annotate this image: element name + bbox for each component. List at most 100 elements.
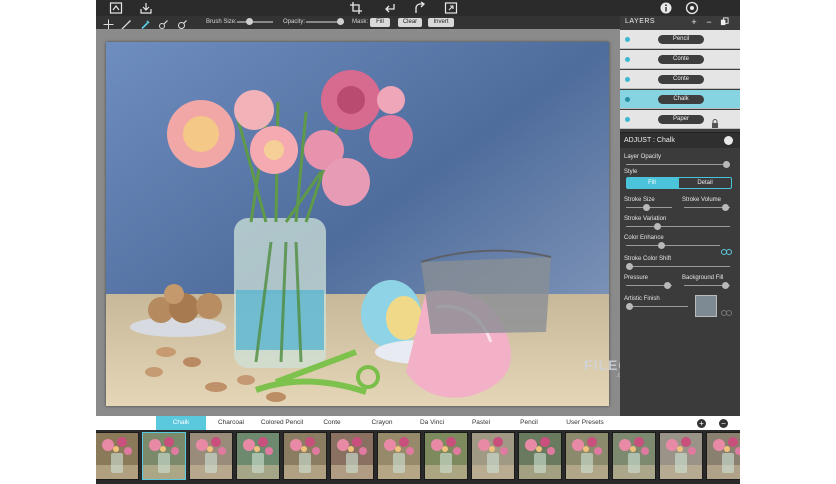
layer-opacity-knob[interactable] — [723, 161, 730, 168]
save-download-icon[interactable] — [139, 1, 153, 15]
tab-pastel[interactable]: Pastel — [458, 416, 504, 430]
color-enhance-knob[interactable] — [658, 242, 666, 249]
undo-icon[interactable] — [383, 1, 397, 15]
add-preset-icon[interactable]: + — [697, 419, 706, 428]
link-icon[interactable] — [721, 242, 732, 255]
preset-thumbnail[interactable] — [189, 432, 233, 480]
tool-row: Brush Size: Opacity: Mask: Fill Clear In… — [96, 16, 620, 30]
layer-label: Paper — [658, 115, 704, 124]
preset-thumbnail[interactable] — [471, 432, 515, 480]
lock-icon — [711, 115, 719, 128]
layer-opacity-label: Layer Opacity — [624, 154, 662, 160]
preset-thumbnail[interactable] — [518, 432, 562, 480]
redo-icon[interactable] — [413, 1, 427, 15]
stroke-size-knob[interactable] — [643, 204, 651, 211]
artwork-canvas[interactable] — [106, 42, 609, 406]
tab-chalk[interactable]: Chalk — [156, 416, 206, 430]
canvas-area[interactable]: FILECR .com — [96, 29, 640, 416]
layer-visibility-dot[interactable] — [625, 57, 630, 62]
stroke-volume-label: Stroke Volume — [682, 197, 722, 203]
stroke-variation-slider[interactable] — [626, 223, 730, 230]
stroke-volume-slider[interactable] — [684, 204, 730, 211]
brush-tool-icon[interactable] — [121, 17, 132, 30]
layer-visibility-dot[interactable] — [625, 117, 630, 122]
image-import-icon[interactable] — [109, 1, 123, 15]
app-window: Brush Size: Opacity: Mask: Fill Clear In… — [96, 0, 740, 484]
info-icon[interactable] — [659, 1, 673, 15]
pressure-knob[interactable] — [663, 282, 671, 289]
preset-thumbnail[interactable] — [706, 432, 740, 480]
layer-label: Chalk — [658, 95, 704, 104]
tab-user-presets[interactable]: User Presets — [556, 416, 614, 430]
layer-row-conte-2[interactable]: Conte — [620, 70, 740, 89]
preset-thumbnail[interactable] — [142, 432, 186, 480]
artistic-finish-texture-swatch[interactable] — [695, 295, 717, 317]
layer-visibility-dot[interactable] — [625, 37, 630, 42]
fit-screen-icon[interactable] — [444, 1, 458, 15]
preset-thumbnail[interactable] — [612, 432, 656, 480]
background-fill-knob[interactable] — [721, 282, 729, 289]
artistic-finish-label: Artistic Finish — [624, 296, 660, 302]
opacity-slider[interactable] — [306, 18, 344, 25]
reset-icon[interactable] — [724, 136, 733, 145]
remove-preset-icon[interactable]: − — [719, 419, 728, 428]
preset-thumbnail[interactable] — [96, 432, 139, 480]
paint-brush-tool-icon[interactable] — [140, 17, 151, 30]
preset-thumbnail[interactable] — [659, 432, 703, 480]
eraser-tool-icon[interactable] — [158, 17, 169, 29]
stroke-volume-knob[interactable] — [721, 204, 729, 211]
opacity-knob[interactable] — [336, 18, 344, 25]
layer-label: Pencil — [658, 35, 704, 44]
mask-clear-button[interactable]: Clear — [398, 18, 422, 27]
tab-conte[interactable]: Conte — [310, 416, 354, 430]
layer-visibility-dot[interactable] — [625, 77, 630, 82]
add-layer-icon[interactable]: + — [689, 17, 699, 27]
layer-row-paper[interactable]: Paper — [620, 110, 740, 129]
move-tool-icon[interactable] — [103, 17, 114, 30]
stroke-color-shift-knob[interactable] — [626, 263, 633, 270]
smudge-tool-icon[interactable] — [177, 17, 188, 29]
pressure-label: Pressure — [624, 275, 649, 281]
crop-icon[interactable] — [349, 1, 363, 15]
mask-invert-button[interactable]: Invert — [428, 18, 454, 27]
stroke-color-shift-slider[interactable] — [626, 263, 730, 270]
stroke-size-slider[interactable] — [626, 204, 672, 211]
preset-thumbnail[interactable] — [236, 432, 280, 480]
pressure-slider[interactable] — [626, 282, 672, 289]
preset-thumbnail[interactable] — [283, 432, 327, 480]
style-label: Style — [624, 169, 638, 175]
layer-row-pencil[interactable]: Pencil — [620, 30, 740, 49]
stroke-variation-knob[interactable] — [653, 223, 661, 230]
layer-visibility-dot[interactable] — [625, 97, 630, 102]
mask-fill-button[interactable]: Fill — [370, 18, 390, 27]
layers-header: LAYERS + − — [620, 16, 740, 29]
preset-thumbnail[interactable] — [565, 432, 609, 480]
layer-label: Conte — [658, 55, 704, 64]
artistic-finish-slider[interactable] — [626, 303, 688, 310]
tab-colored-pencil[interactable]: Colored Pencil — [256, 416, 308, 430]
tab-crayon[interactable]: Crayon — [358, 416, 406, 430]
layer-opacity-slider[interactable] — [626, 161, 730, 168]
brush-size-slider[interactable] — [237, 18, 273, 25]
duplicate-layer-icon[interactable] — [719, 17, 729, 27]
layer-row-chalk[interactable]: Chalk — [620, 90, 740, 109]
tab-pencil[interactable]: Pencil — [506, 416, 552, 430]
style-detail-button[interactable]: Detail — [678, 177, 732, 189]
adjust-header: ADJUST : Chalk — [620, 132, 740, 148]
artistic-finish-knob[interactable] — [626, 303, 633, 310]
background-fill-slider[interactable] — [684, 282, 730, 289]
brush-size-knob[interactable] — [246, 18, 254, 25]
preset-thumbnail[interactable] — [330, 432, 374, 480]
stroke-color-shift-label: Stroke Color Shift — [624, 256, 672, 262]
layer-row-conte[interactable]: Conte — [620, 50, 740, 69]
top-toolbar — [96, 0, 740, 16]
style-fill-button[interactable]: Fill — [626, 177, 678, 189]
tab-charcoal[interactable]: Charcoal — [208, 416, 254, 430]
settings-icon[interactable] — [685, 1, 699, 15]
preset-thumbnail[interactable] — [377, 432, 421, 480]
link-icon[interactable] — [721, 303, 732, 316]
preset-thumbnail[interactable] — [424, 432, 468, 480]
tab-da-vinci[interactable]: Da Vinci — [408, 416, 456, 430]
color-enhance-slider[interactable] — [626, 242, 720, 249]
remove-layer-icon[interactable]: − — [704, 17, 714, 27]
